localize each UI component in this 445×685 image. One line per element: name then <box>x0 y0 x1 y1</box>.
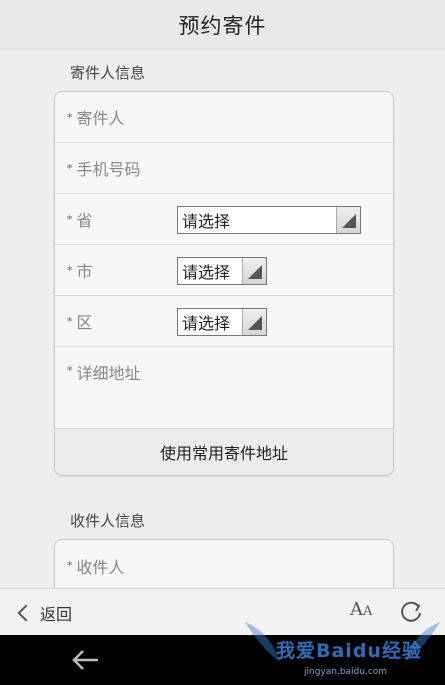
address-placeholder: 详细地址 <box>76 364 141 383</box>
browser-back-button[interactable]: 返回 <box>16 589 72 636</box>
receiver-section-title: 收件人信息 <box>70 512 146 530</box>
province-select[interactable]: 请选择 <box>177 206 361 234</box>
refresh-icon <box>401 601 421 622</box>
district-select-value: 请选择 <box>182 314 231 333</box>
district-select[interactable]: 请选择 <box>177 308 267 336</box>
province-label: 省 <box>76 211 93 230</box>
font-size-button[interactable]: AA <box>350 599 372 620</box>
page-title: 预约寄件 <box>178 13 267 38</box>
city-label: 市 <box>76 262 93 281</box>
city-select[interactable]: 请选择 <box>177 257 267 285</box>
system-nav-bar <box>0 635 445 685</box>
font-size-icon-large: A <box>350 599 363 620</box>
required-mark: * <box>67 559 73 572</box>
required-mark: * <box>67 110 73 124</box>
dropdown-arrow-icon <box>336 207 360 233</box>
receiver-name-placeholder: 收件人 <box>76 557 125 577</box>
sender-phone-placeholder: 手机号码 <box>76 160 141 179</box>
sender-phone-field[interactable]: * 手机号码 <box>55 143 393 194</box>
arrow-left-icon <box>72 650 98 670</box>
required-mark: * <box>67 161 73 175</box>
receiver-name-field[interactable]: * 收件人 <box>55 540 393 591</box>
sender-section-title: 寄件人信息 <box>70 64 146 82</box>
dropdown-arrow-icon <box>242 309 266 335</box>
browser-back-label: 返回 <box>40 604 73 624</box>
required-mark: * <box>67 263 73 277</box>
font-size-icon-small: A <box>363 604 373 619</box>
browser-toolbar: 返回 AA <box>0 588 445 635</box>
required-mark: * <box>67 314 73 328</box>
district-label: 区 <box>76 313 93 332</box>
dropdown-arrow-icon <box>242 258 266 284</box>
chevron-left-icon <box>17 604 35 621</box>
refresh-button[interactable] <box>398 598 424 624</box>
required-mark: * <box>67 364 73 377</box>
city-row: * 市 请选择 <box>55 245 393 296</box>
sender-name-field[interactable]: * 寄件人 <box>55 92 393 143</box>
province-select-value: 请选择 <box>182 212 231 231</box>
province-row: * 省 请选择 <box>55 194 393 245</box>
city-select-value: 请选择 <box>182 263 231 282</box>
required-mark: * <box>67 212 73 226</box>
sender-name-placeholder: 寄件人 <box>76 109 125 128</box>
district-row: * 区 请选择 <box>55 296 393 347</box>
address-field[interactable]: * 详细地址 <box>55 347 393 429</box>
system-back-button[interactable] <box>70 647 102 673</box>
sender-form-card: * 寄件人 * 手机号码 * 省 请选择 * 市 请选择 * 区 请选择 * 详… <box>54 91 394 476</box>
use-common-address-button[interactable]: 使用常用寄件地址 <box>55 429 393 475</box>
page-header: 预约寄件 <box>0 0 445 50</box>
